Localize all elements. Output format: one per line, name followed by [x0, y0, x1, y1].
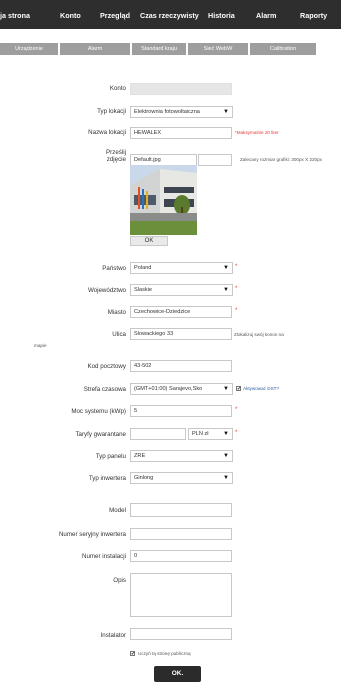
currency-select[interactable]: PLN zł ▼	[188, 428, 233, 440]
photo-size-hint: Zalecany rozmiar grafiki: 300px X 220px	[240, 157, 322, 162]
upload-photo-label-line1: Prześlij	[106, 149, 126, 156]
country-label: Państwo	[102, 265, 126, 272]
inverter-type-select[interactable]: Ginlong ▼	[130, 472, 233, 484]
location-name-input[interactable]: HEWALEX	[130, 127, 232, 139]
street-input[interactable]: Slowackiego 33	[130, 328, 232, 340]
nav-item-realtime[interactable]: Czas rzeczywisty	[140, 11, 199, 20]
required-mark: *	[235, 264, 238, 270]
upload-photo-label-line2: zdjęcie	[106, 156, 126, 163]
tab-device[interactable]: Urządzenie	[0, 43, 58, 55]
tab-alarm[interactable]: Alarm	[60, 43, 130, 55]
building-photo-image	[130, 165, 197, 235]
province-select[interactable]: Slaskie ▼	[130, 284, 233, 296]
location-name-label: Nazwa lokacji	[88, 129, 126, 136]
tab-calibration[interactable]: Calibration	[250, 43, 316, 55]
chevron-down-icon: ▼	[223, 453, 229, 459]
dst-label[interactable]: Aktywować DST?	[243, 386, 279, 391]
tab-country-standard[interactable]: Standard kraju	[132, 43, 186, 55]
city-input[interactable]: Czechowice-Dziedzice	[130, 306, 232, 318]
nav-item-history[interactable]: Historia	[208, 11, 235, 20]
inverter-type-label: Typ inwertera	[88, 475, 126, 482]
location-photo	[130, 165, 197, 235]
postal-code-label: Kod pocztowy	[87, 363, 126, 370]
province-label: Województwo	[87, 287, 126, 294]
public-checkbox[interactable]: ✔	[130, 651, 135, 657]
location-type-label: Typ lokacji	[97, 108, 126, 115]
required-mark: *	[235, 430, 238, 436]
account-field	[130, 83, 232, 95]
chevron-down-icon: ▼	[223, 475, 229, 481]
submit-button[interactable]: OK.	[154, 666, 201, 682]
nav-item-alarm[interactable]: Alarm	[256, 11, 276, 20]
location-type-select[interactable]: Elektrownia fotowoltaiczna ▼	[130, 106, 233, 118]
timezone-select[interactable]: (GMT+01:00) Sarajevo,Sko ▼	[130, 383, 233, 395]
photo-ok-button[interactable]: OK	[130, 236, 168, 246]
serial-number-label: Numer seryjny inwertera	[58, 531, 126, 538]
serial-number-input[interactable]	[130, 528, 232, 540]
description-textarea[interactable]	[130, 573, 232, 617]
model-label: Model	[109, 507, 126, 514]
locate-on-map-hint-line2[interactable]: mapie	[34, 343, 47, 348]
installer-input[interactable]	[130, 628, 232, 640]
top-navigation: ja strona Konto Przegląd Czas rzeczywist…	[0, 0, 341, 29]
postal-code-input[interactable]: 43-502	[130, 360, 232, 372]
photo-browse-button[interactable]	[198, 154, 232, 166]
required-mark: *	[235, 286, 238, 292]
nav-item-reports[interactable]: Raporty	[300, 11, 327, 20]
nav-item-overview[interactable]: Przegląd	[100, 11, 130, 20]
installer-label: Instalator	[100, 632, 126, 639]
model-input[interactable]	[130, 503, 232, 517]
public-checkbox-label: Uczyń tą stronę publiczną	[138, 651, 191, 656]
description-label: Opis	[113, 577, 126, 584]
chevron-down-icon: ▼	[223, 386, 229, 392]
country-select[interactable]: Poland ▼	[130, 262, 233, 274]
chevron-down-icon: ▼	[223, 431, 229, 437]
panel-type-label: Typ panelu	[95, 453, 126, 460]
dst-checkbox[interactable]: ✔	[236, 386, 241, 392]
installation-number-input[interactable]: 0	[130, 550, 232, 562]
system-power-input[interactable]: 5	[130, 405, 232, 417]
city-label: Miasto	[107, 309, 126, 316]
system-power-label: Moc systemu (kWp)	[71, 408, 126, 415]
locate-on-map-hint[interactable]: Zlokalizuj swój konon na	[234, 332, 284, 337]
panel-type-select[interactable]: ZRE ▼	[130, 450, 233, 462]
tariff-input[interactable]	[130, 428, 186, 440]
installation-number-label: Numer instalacji	[81, 553, 126, 560]
nav-item-account[interactable]: Konto	[60, 11, 81, 20]
chevron-down-icon: ▼	[223, 109, 229, 115]
account-label: Konto	[109, 85, 126, 92]
required-mark: *	[235, 407, 238, 413]
location-name-hint: *Maksymalnie 20 liter	[235, 130, 279, 135]
timezone-label: Strefa czasowa	[83, 386, 126, 393]
required-mark: *	[235, 308, 238, 314]
sub-navigation: Urządzenie Alarm Standard kraju Sieć Web…	[0, 29, 341, 55]
tab-network[interactable]: Sieć WebW	[188, 43, 248, 55]
chevron-down-icon: ▼	[223, 287, 229, 293]
tariff-label: Taryfy gwarantane	[75, 431, 126, 438]
street-label: Ulica	[112, 331, 126, 338]
chevron-down-icon: ▼	[223, 265, 229, 271]
nav-item-home[interactable]: ja strona	[0, 11, 30, 20]
